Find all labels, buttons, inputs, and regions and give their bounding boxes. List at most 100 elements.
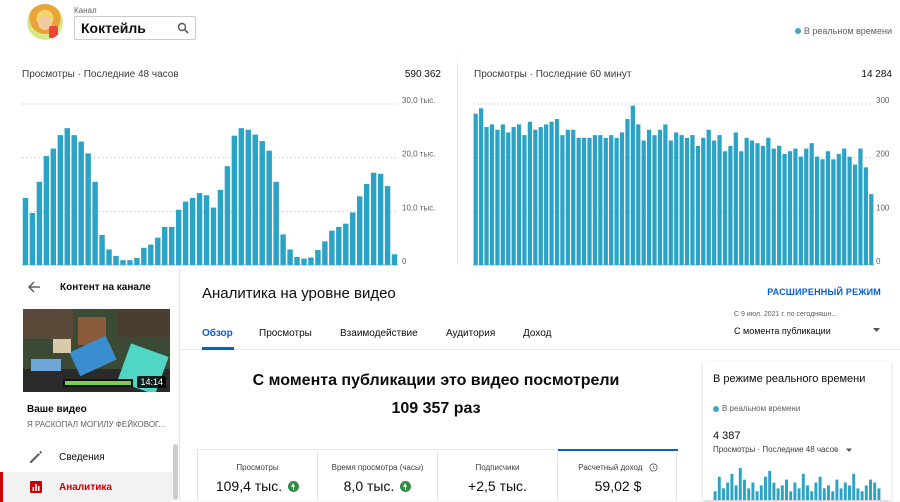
channel-avatar[interactable] xyxy=(27,4,63,40)
chart-bar[interactable] xyxy=(196,193,203,265)
chart-bar[interactable] xyxy=(766,137,771,265)
chart-bar[interactable] xyxy=(266,150,272,265)
chart-bar[interactable] xyxy=(560,135,565,265)
info-icon[interactable] xyxy=(649,463,658,472)
chart-bar[interactable] xyxy=(713,491,717,500)
chart-bar[interactable] xyxy=(782,153,787,265)
chart-bar[interactable] xyxy=(273,181,279,265)
chart-bar[interactable] xyxy=(565,129,570,265)
chart-bar[interactable] xyxy=(717,135,722,265)
chart-bar[interactable] xyxy=(356,196,363,265)
chart-bar[interactable] xyxy=(843,482,847,500)
chart-bar[interactable] xyxy=(684,137,690,265)
chart-bar[interactable] xyxy=(690,135,695,265)
chart-bar[interactable] xyxy=(820,159,825,265)
chart-bar[interactable] xyxy=(738,468,742,500)
stat-views[interactable]: Просмотры 109,4 тыс. xyxy=(198,450,318,501)
chart-bar[interactable] xyxy=(839,488,843,500)
chart-bar[interactable] xyxy=(852,473,856,500)
tab-audience[interactable]: Аудитория xyxy=(446,328,495,339)
chart-bar[interactable] xyxy=(679,135,684,265)
chart-bar[interactable] xyxy=(473,113,478,265)
chart-bar[interactable] xyxy=(856,488,860,500)
chart-bar[interactable] xyxy=(777,145,782,265)
chart-bar[interactable] xyxy=(92,181,98,265)
chevron-down-icon[interactable] xyxy=(872,325,881,334)
chart-bar[interactable] xyxy=(175,209,182,265)
chart-bar[interactable] xyxy=(668,140,673,265)
chart-bar[interactable] xyxy=(148,244,154,265)
chart-bar[interactable] xyxy=(538,127,543,266)
chart-bar[interactable] xyxy=(771,148,776,265)
chart-bar[interactable] xyxy=(864,485,868,500)
chart-bar[interactable] xyxy=(189,197,196,265)
chart-bar[interactable] xyxy=(755,491,759,500)
chart-bar[interactable] xyxy=(391,254,398,265)
chart-bar[interactable] xyxy=(657,129,663,265)
chart-bar[interactable] xyxy=(726,482,730,500)
chart-bar[interactable] xyxy=(484,127,489,266)
chart-bar[interactable] xyxy=(592,135,598,265)
chart-bar[interactable] xyxy=(852,164,858,265)
chart-bar[interactable] xyxy=(701,137,706,265)
chart-bar[interactable] xyxy=(36,181,43,265)
chart-60m[interactable]: 300 200 100 0 xyxy=(458,50,900,268)
stat-subscribers[interactable]: Подписчики +2,5 тыс. xyxy=(438,450,558,501)
sidebar-item-analytics[interactable]: Аналитика xyxy=(0,472,172,502)
chart-bar[interactable] xyxy=(162,226,168,265)
video-thumbnail[interactable]: 14:14 xyxy=(23,309,170,392)
chart-bar[interactable] xyxy=(280,234,286,265)
chart-bar[interactable] xyxy=(825,151,831,265)
chart-bar[interactable] xyxy=(734,485,738,500)
chart-bar[interactable] xyxy=(329,230,335,265)
channel-switcher[interactable]: Коктейль xyxy=(74,16,196,40)
chart-bar[interactable] xyxy=(641,140,646,265)
chart-bar[interactable] xyxy=(860,491,864,500)
chart-bar[interactable] xyxy=(712,140,717,265)
chart-bar[interactable] xyxy=(533,129,538,265)
chart-bar[interactable] xyxy=(674,132,679,265)
chart-bar[interactable] xyxy=(315,249,321,265)
tab-engagement[interactable]: Взаимодействие xyxy=(340,328,418,339)
chart-bar[interactable] xyxy=(29,212,36,265)
chart-bar[interactable] xyxy=(636,124,641,265)
chart-bar[interactable] xyxy=(827,485,830,500)
chart-bar[interactable] xyxy=(768,470,772,500)
chart-bar[interactable] xyxy=(287,249,293,265)
chart-bar[interactable] xyxy=(760,145,766,265)
chart-bar[interactable] xyxy=(787,151,793,265)
sidebar-item-details[interactable]: Сведения xyxy=(0,442,172,472)
chart-bar[interactable] xyxy=(294,256,300,265)
chart-bar[interactable] xyxy=(614,137,619,265)
chart-bar[interactable] xyxy=(479,108,484,265)
chart-bar[interactable] xyxy=(809,143,814,265)
chart-bar[interactable] xyxy=(751,482,755,500)
chart-bar[interactable] xyxy=(818,476,822,500)
chart-bar[interactable] xyxy=(50,148,57,265)
chart-bar[interactable] xyxy=(587,137,592,265)
chart-bar[interactable] xyxy=(804,148,809,265)
chart-bar[interactable] xyxy=(500,124,505,265)
chart-bar[interactable] xyxy=(831,491,835,500)
chart-bar[interactable] xyxy=(308,257,314,265)
chart-bar[interactable] xyxy=(603,137,608,265)
chart-bar[interactable] xyxy=(598,135,603,265)
chart-bar[interactable] xyxy=(549,121,554,266)
realtime-period-select[interactable]: Просмотры · Последние 48 часов xyxy=(713,445,853,454)
chart-bar[interactable] xyxy=(733,132,738,265)
chart-bar[interactable] xyxy=(858,148,863,265)
chart-bar[interactable] xyxy=(625,119,630,265)
chart-bar[interactable] xyxy=(814,156,820,265)
chart-bar[interactable] xyxy=(755,143,760,265)
chart-48h[interactable]: 30,0 тыс. 20,0 тыс. 10,0 тыс. 0 xyxy=(0,50,457,268)
search-icon[interactable] xyxy=(177,22,189,34)
chart-bar[interactable] xyxy=(576,137,581,265)
chart-bar[interactable] xyxy=(717,476,721,500)
chart-bar[interactable] xyxy=(113,255,119,265)
chart-bar[interactable] xyxy=(744,137,749,265)
chart-bar[interactable] xyxy=(797,488,801,500)
chart-bar[interactable] xyxy=(619,132,625,265)
chart-bar[interactable] xyxy=(801,473,805,500)
chart-bar[interactable] xyxy=(869,479,872,500)
chart-bar[interactable] xyxy=(743,479,746,500)
